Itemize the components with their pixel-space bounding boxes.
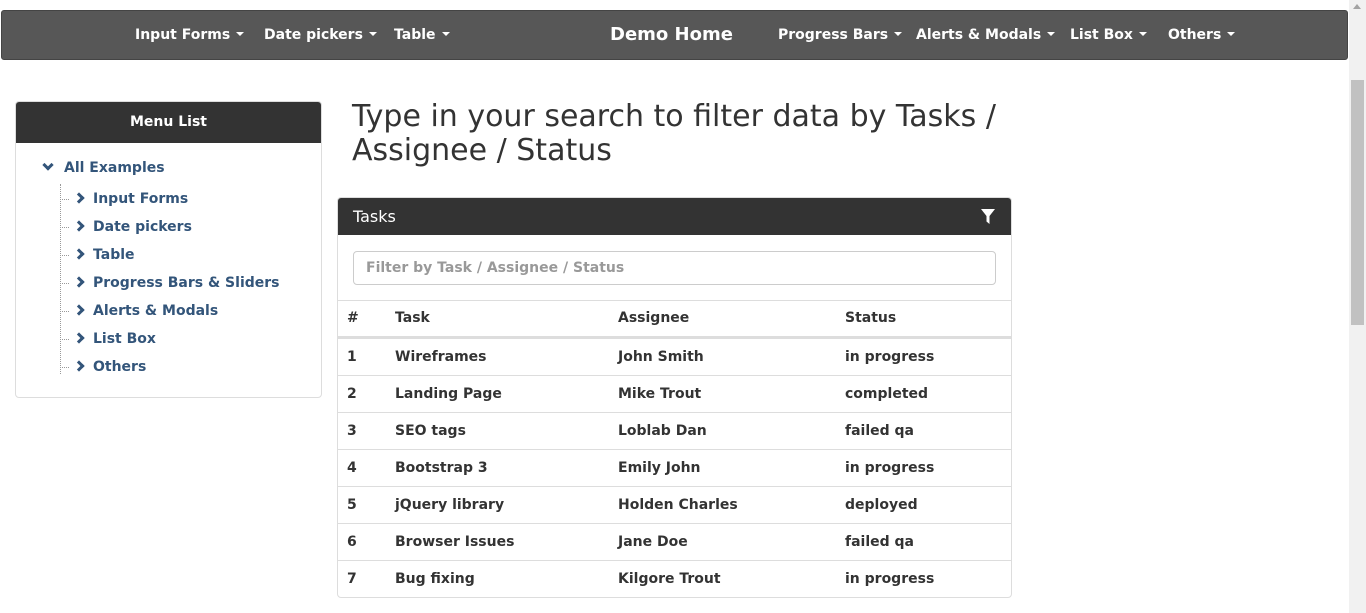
nav-table-label: Table bbox=[394, 27, 436, 43]
table-row: 6 Browser Issues Jane Doe failed qa bbox=[338, 523, 1011, 560]
caret-down-icon bbox=[894, 32, 903, 36]
tree-item-date-pickers[interactable]: Date pickers bbox=[60, 219, 192, 239]
tree-item-label: Table bbox=[93, 247, 135, 263]
tree-item-alerts-modals[interactable]: Alerts & Modals bbox=[60, 303, 218, 323]
sidebar-menu-list: Menu List All Examples Input Forms Date … bbox=[15, 101, 322, 398]
cell-number: 4 bbox=[347, 460, 357, 476]
cell-number: 3 bbox=[347, 423, 357, 439]
tree-item-label: Progress Bars & Sliders bbox=[93, 275, 280, 291]
cell-number: 5 bbox=[347, 497, 357, 513]
chevron-right-icon bbox=[73, 332, 85, 344]
cell-assignee: John Smith bbox=[618, 349, 704, 365]
cell-assignee: Emily John bbox=[618, 460, 701, 476]
nav-brand-demo-home[interactable]: Demo Home bbox=[610, 11, 733, 59]
cell-status: completed bbox=[845, 386, 929, 402]
nav-date-pickers-label: Date pickers bbox=[264, 27, 363, 43]
tree-item-label: Input Forms bbox=[93, 191, 189, 207]
page-heading: Type in your search to filter data by Ta… bbox=[352, 99, 996, 168]
cell-status: failed qa bbox=[845, 534, 914, 550]
filter-icon[interactable] bbox=[981, 209, 995, 224]
chevron-right-icon bbox=[73, 276, 85, 288]
filter-input[interactable] bbox=[353, 251, 996, 285]
cell-task: Bug fixing bbox=[395, 571, 475, 587]
column-header-assignee[interactable]: Assignee bbox=[618, 301, 689, 335]
cell-assignee: Kilgore Trout bbox=[618, 571, 721, 587]
nav-others-label: Others bbox=[1168, 27, 1222, 43]
cell-status: in progress bbox=[845, 349, 935, 365]
cell-status: in progress bbox=[845, 571, 935, 587]
scroll-up-arrow-icon[interactable] bbox=[1353, 4, 1361, 9]
nav-list-box-label: List Box bbox=[1070, 27, 1133, 43]
chevron-right-icon bbox=[73, 304, 85, 316]
sidebar-title: Menu List bbox=[16, 102, 321, 143]
cell-status: deployed bbox=[845, 497, 918, 513]
cell-assignee: Jane Doe bbox=[618, 534, 688, 550]
caret-down-icon bbox=[1227, 32, 1236, 36]
cell-task: Bootstrap 3 bbox=[395, 460, 488, 476]
table-row: 2 Landing Page Mike Trout completed bbox=[338, 375, 1011, 412]
chevron-right-icon bbox=[73, 360, 85, 372]
cell-number: 2 bbox=[347, 386, 357, 402]
top-navbar: Input Forms Date pickers Table Demo Home… bbox=[1, 10, 1348, 60]
chevron-right-icon bbox=[73, 248, 85, 260]
panel-title: Tasks bbox=[353, 207, 396, 226]
table-row: 7 Bug fixing Kilgore Trout in progress bbox=[338, 560, 1011, 597]
cell-task: Browser Issues bbox=[395, 534, 515, 550]
nav-input-forms[interactable]: Input Forms bbox=[135, 11, 245, 59]
tree-item-others[interactable]: Others bbox=[60, 359, 146, 379]
nav-alerts-modals[interactable]: Alerts & Modals bbox=[916, 11, 1056, 59]
table-row: 1 Wireframes John Smith in progress bbox=[338, 338, 1011, 375]
caret-down-icon bbox=[441, 32, 450, 36]
column-header-number[interactable]: # bbox=[347, 301, 359, 335]
cell-assignee: Holden Charles bbox=[618, 497, 738, 513]
column-header-status[interactable]: Status bbox=[845, 301, 896, 335]
tree-item-label: Alerts & Modals bbox=[93, 303, 219, 319]
tree-item-label: Others bbox=[93, 359, 147, 375]
caret-down-icon bbox=[236, 32, 245, 36]
tree-root-label: All Examples bbox=[64, 160, 165, 176]
tree-root-all-examples[interactable]: All Examples bbox=[42, 159, 165, 176]
tree-item-list-box[interactable]: List Box bbox=[60, 331, 156, 351]
table-row: 3 SEO tags Loblab Dan failed qa bbox=[338, 412, 1011, 449]
nav-progress-bars[interactable]: Progress Bars bbox=[778, 11, 903, 59]
cell-status: in progress bbox=[845, 460, 935, 476]
nav-input-forms-label: Input Forms bbox=[135, 27, 231, 43]
scrollbar-thumb[interactable] bbox=[1351, 80, 1364, 325]
cell-status: failed qa bbox=[845, 423, 914, 439]
nav-progress-bars-label: Progress Bars bbox=[778, 27, 889, 43]
nav-alerts-modals-label: Alerts & Modals bbox=[916, 27, 1042, 43]
panel-header: Tasks bbox=[338, 198, 1011, 235]
cell-assignee: Mike Trout bbox=[618, 386, 702, 402]
cell-task: SEO tags bbox=[395, 423, 466, 439]
nav-others[interactable]: Others bbox=[1168, 11, 1236, 59]
column-header-task[interactable]: Task bbox=[395, 301, 430, 335]
cell-number: 7 bbox=[347, 571, 357, 587]
tree-item-input-forms[interactable]: Input Forms bbox=[60, 191, 188, 211]
nav-date-pickers[interactable]: Date pickers bbox=[264, 11, 377, 59]
cell-number: 1 bbox=[347, 349, 357, 365]
table-row: 5 jQuery library Holden Charles deployed bbox=[338, 486, 1011, 523]
cell-number: 6 bbox=[347, 534, 357, 550]
chevron-down-icon bbox=[42, 159, 54, 171]
tasks-panel: Tasks # Task Assignee Status 1 Wireframe… bbox=[337, 197, 1012, 598]
tree-item-table[interactable]: Table bbox=[60, 247, 135, 267]
caret-down-icon bbox=[368, 32, 377, 36]
caret-down-icon bbox=[1138, 32, 1147, 36]
tree-item-progress-bars-sliders[interactable]: Progress Bars & Sliders bbox=[60, 275, 280, 295]
chevron-right-icon bbox=[73, 220, 85, 232]
chevron-right-icon bbox=[73, 192, 85, 204]
cell-task: jQuery library bbox=[395, 497, 505, 513]
table-row: 4 Bootstrap 3 Emily John in progress bbox=[338, 449, 1011, 486]
nav-list-box[interactable]: List Box bbox=[1070, 11, 1147, 59]
cell-task: Landing Page bbox=[395, 386, 502, 402]
tree-item-label: Date pickers bbox=[93, 219, 192, 235]
cell-assignee: Loblab Dan bbox=[618, 423, 707, 439]
nav-table[interactable]: Table bbox=[394, 11, 450, 59]
table-header-row: # Task Assignee Status bbox=[338, 300, 1011, 338]
page-scrollbar[interactable] bbox=[1349, 0, 1366, 613]
cell-task: Wireframes bbox=[395, 349, 487, 365]
tree-item-label: List Box bbox=[93, 331, 156, 347]
caret-down-icon bbox=[1047, 32, 1056, 36]
